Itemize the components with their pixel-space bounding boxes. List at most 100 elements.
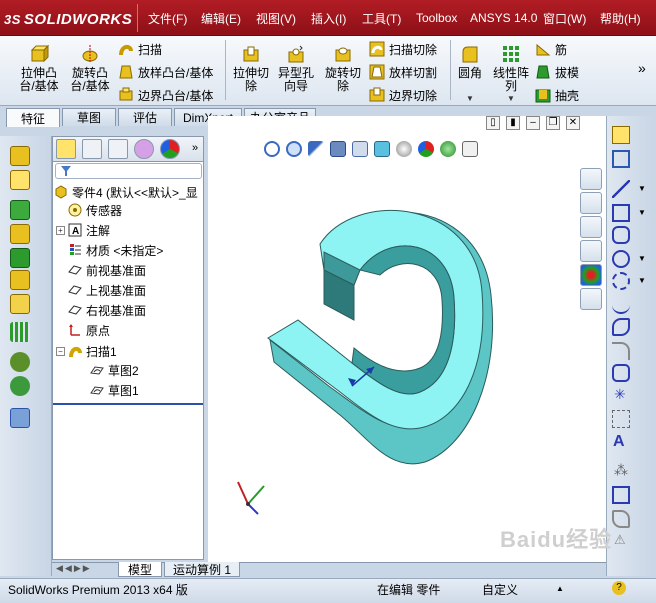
- arc-dropdown-icon[interactable]: ▼: [638, 276, 646, 285]
- feature-tree-tab-icon[interactable]: [56, 139, 76, 159]
- reference-tool-icon[interactable]: [10, 352, 30, 372]
- tab-scroll-arrows-icon[interactable]: ◀◀▶▶: [56, 563, 92, 574]
- minimize-icon[interactable]: –: [526, 116, 540, 130]
- tree-item-sweep1[interactable]: − 扫描1: [56, 341, 117, 361]
- pattern-tool-icon[interactable]: [10, 322, 30, 342]
- draft-button[interactable]: 拔模: [535, 61, 579, 83]
- extrude-tool-icon[interactable]: [10, 146, 30, 166]
- tree-item-origin[interactable]: 原点: [56, 320, 110, 340]
- circle-icon[interactable]: [612, 250, 630, 268]
- boundary-cut-button[interactable]: 边界切除: [369, 84, 437, 106]
- loft-boss-button[interactable]: 放样凸台/基体: [118, 61, 213, 83]
- line-icon[interactable]: [612, 180, 630, 198]
- section-view-icon[interactable]: [330, 141, 346, 157]
- panel-overflow-icon[interactable]: »: [192, 142, 198, 154]
- draft-tool-icon[interactable]: [10, 248, 30, 268]
- zoom-to-area-icon[interactable]: [286, 141, 302, 157]
- polygon-icon[interactable]: [612, 364, 630, 382]
- extrude-cut-button[interactable]: 拉伸切 除: [231, 44, 271, 93]
- arc-icon[interactable]: [612, 272, 630, 290]
- rectangle-icon[interactable]: [612, 204, 630, 222]
- view-settings-icon[interactable]: [462, 141, 478, 157]
- dimxpert-manager-tab-icon[interactable]: [134, 139, 154, 159]
- rib-button[interactable]: 筋: [535, 38, 567, 60]
- split-view-icon[interactable]: ▯: [486, 116, 500, 130]
- tab-model[interactable]: 模型: [118, 562, 162, 577]
- tree-item-sketch2[interactable]: 草图2: [90, 360, 139, 380]
- rib-tool-icon[interactable]: [10, 224, 30, 244]
- fillet-button[interactable]: 圆角: [455, 44, 485, 80]
- mirror-icon[interactable]: ⁂: [614, 462, 628, 479]
- boss-tool-icon[interactable]: [10, 170, 30, 190]
- tree-item-right-plane[interactable]: 右视基准面: [56, 300, 146, 320]
- zoom-to-fit-icon[interactable]: [264, 141, 280, 157]
- edit-appearance-icon[interactable]: [418, 141, 434, 157]
- spline-icon[interactable]: [612, 296, 630, 314]
- circle-dropdown-icon[interactable]: ▼: [638, 254, 646, 263]
- menu-help[interactable]: 帮助(H): [600, 0, 641, 36]
- tree-item-sketch1[interactable]: 草图1: [90, 380, 139, 400]
- status-units[interactable]: 自定义: [482, 581, 518, 598]
- rect-dropdown-icon[interactable]: ▼: [638, 208, 646, 217]
- tree-item-material[interactable]: 材质 <未指定>: [56, 240, 163, 260]
- restore-icon[interactable]: ❐: [546, 116, 560, 130]
- smart-dimension-icon[interactable]: [612, 150, 630, 168]
- sketch-icon[interactable]: [612, 126, 630, 144]
- ellipse-icon[interactable]: [612, 318, 630, 336]
- display-manager-tab-icon[interactable]: [160, 139, 180, 159]
- menu-ansys[interactable]: ANSYS 14.0: [470, 0, 537, 36]
- view-orientation-icon[interactable]: [352, 141, 368, 157]
- expand-icon[interactable]: +: [56, 225, 65, 235]
- tree-item-front-plane[interactable]: 前视基准面: [56, 260, 146, 280]
- spiral-ring-model[interactable]: [260, 200, 500, 470]
- menu-toolbox[interactable]: Toolbox: [416, 0, 457, 36]
- swept-cut-button[interactable]: 扫描切除: [369, 38, 437, 60]
- appearances-icon[interactable]: [580, 264, 602, 286]
- tree-root-part[interactable]: 零件4 (默认<<默认>_显: [54, 182, 198, 202]
- help-icon[interactable]: ?: [612, 581, 626, 595]
- design-library-icon[interactable]: [580, 192, 602, 214]
- hole-tool-icon[interactable]: [10, 294, 30, 314]
- command-overflow-button[interactable]: »: [638, 60, 646, 76]
- tab-motion-study[interactable]: 运动算例 1: [164, 562, 240, 577]
- property-manager-tab-icon[interactable]: [82, 139, 102, 159]
- slot-icon[interactable]: [612, 226, 630, 244]
- hide-show-icon[interactable]: [396, 141, 412, 157]
- cut-tool-icon[interactable]: [10, 270, 30, 290]
- configuration-manager-tab-icon[interactable]: [108, 139, 128, 159]
- menu-view[interactable]: 视图(V): [256, 0, 296, 36]
- hole-wizard-button[interactable]: 异型孔 向导: [276, 44, 316, 93]
- boundary-boss-button[interactable]: 边界凸台/基体: [118, 84, 213, 106]
- offset-entities-icon[interactable]: [612, 510, 630, 528]
- tile-view-icon[interactable]: ▮: [506, 116, 520, 130]
- point-icon[interactable]: ✳: [614, 386, 626, 403]
- shell-button[interactable]: 抽壳: [535, 84, 579, 106]
- tab-evaluate[interactable]: 评估: [118, 108, 172, 126]
- close-icon[interactable]: ✕: [566, 116, 580, 130]
- sweep-button[interactable]: 扫描: [118, 38, 162, 60]
- fillet-sketch-icon[interactable]: [612, 342, 630, 360]
- menu-window[interactable]: 窗口(W): [543, 0, 586, 36]
- menu-edit[interactable]: 编辑(E): [201, 0, 241, 36]
- tab-sketch[interactable]: 草图: [62, 108, 116, 126]
- trim-icon[interactable]: ⚠: [614, 532, 626, 548]
- text-icon[interactable]: A: [613, 433, 625, 451]
- menu-tools[interactable]: 工具(T): [362, 0, 401, 36]
- pattern-dropdown-icon[interactable]: ▼: [507, 94, 515, 103]
- solidworks-logo[interactable]: 3S SOLIDWORKS: [4, 7, 132, 31]
- tree-filter-input[interactable]: [55, 163, 202, 179]
- home-icon[interactable]: [580, 168, 602, 190]
- menu-file[interactable]: 文件(F): [148, 0, 187, 36]
- collapse-icon[interactable]: −: [56, 346, 65, 356]
- instant3d-tool-icon[interactable]: [10, 408, 30, 428]
- revolve-boss-button[interactable]: 旋转凸 台/基体: [68, 44, 112, 93]
- fillet-dropdown-icon[interactable]: ▼: [466, 94, 474, 103]
- fillet-tool-icon[interactable]: [10, 200, 30, 220]
- custom-properties-icon[interactable]: [580, 288, 602, 310]
- convert-entities-icon[interactable]: [612, 486, 630, 504]
- display-style-icon[interactable]: [374, 141, 390, 157]
- menu-insert[interactable]: 插入(I): [311, 0, 346, 36]
- curve-tool-icon[interactable]: [10, 376, 30, 396]
- tab-features[interactable]: 特征: [6, 108, 60, 127]
- extrude-boss-button[interactable]: 拉伸凸 台/基体: [18, 44, 60, 93]
